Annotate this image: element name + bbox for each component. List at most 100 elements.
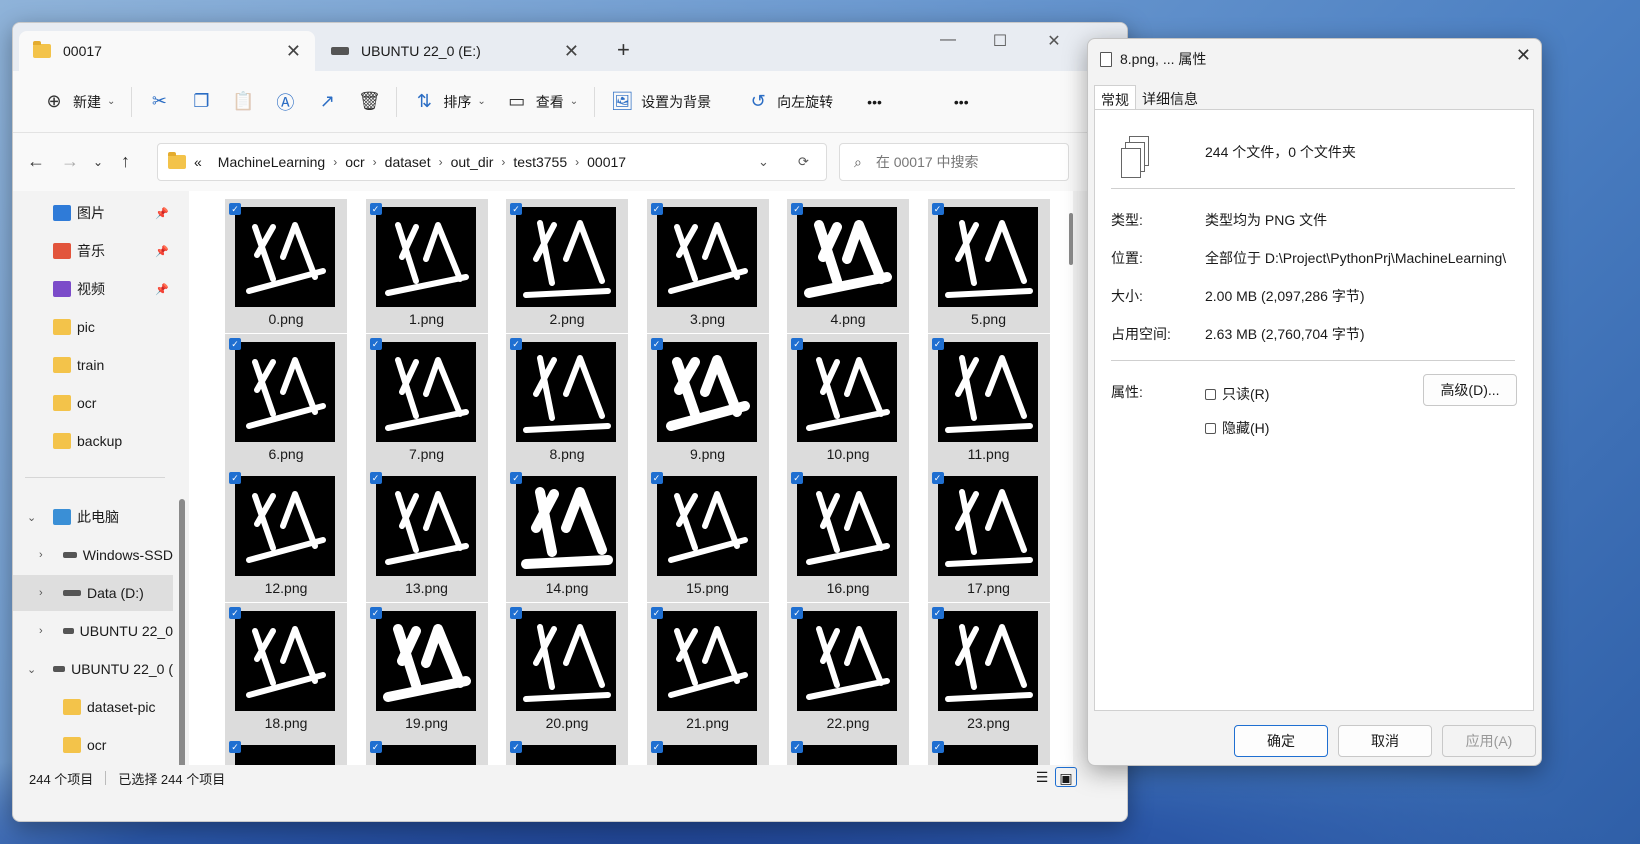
file-item[interactable]: ✓ 8.png bbox=[506, 333, 628, 468]
minimize-icon[interactable]: — bbox=[933, 31, 963, 49]
sidebar-item-13[interactable]: ocr bbox=[13, 727, 173, 763]
file-item[interactable]: ✓ bbox=[787, 737, 909, 765]
file-item[interactable]: ✓ bbox=[646, 737, 769, 765]
selection-checkbox[interactable]: ✓ bbox=[931, 203, 944, 215]
rotate-left-button[interactable]: ↺ 向左旋转 bbox=[737, 84, 843, 120]
breadcrumb-machinelearning[interactable]: MachineLearning bbox=[218, 154, 325, 170]
readonly-checkbox[interactable]: 只读(R) bbox=[1205, 384, 1269, 404]
selection-checkbox[interactable]: ✓ bbox=[510, 337, 522, 350]
delete-button[interactable]: 🗑 bbox=[348, 84, 390, 120]
chevron-right-icon[interactable]: › bbox=[39, 625, 43, 637]
selection-checkbox[interactable]: ✓ bbox=[650, 741, 663, 753]
close-tab-icon[interactable]: ✕ bbox=[564, 41, 579, 62]
file-item[interactable]: ✓ 17.png bbox=[927, 468, 1050, 602]
chevron-right-icon[interactable]: › bbox=[39, 549, 43, 561]
file-item[interactable]: ✓ 7.png bbox=[365, 333, 488, 468]
new-tab-icon[interactable]: + bbox=[617, 37, 630, 63]
sidebar-item-0[interactable]: 图片 📌 bbox=[13, 195, 173, 231]
selection-checkbox[interactable]: ✓ bbox=[650, 606, 663, 619]
file-item[interactable]: ✓ 9.png bbox=[646, 333, 769, 468]
selection-checkbox[interactable]: ✓ bbox=[791, 203, 803, 215]
sidebar-item-4[interactable]: train bbox=[13, 347, 173, 383]
file-item[interactable]: ✓ 15.png bbox=[646, 468, 769, 602]
sidebar-item-12[interactable]: dataset-pic bbox=[13, 689, 173, 725]
advanced-button[interactable]: 高级(D)... bbox=[1423, 374, 1517, 406]
overflow-crumb[interactable]: « bbox=[194, 154, 202, 170]
tab-general[interactable]: 常规 bbox=[1094, 85, 1136, 111]
file-item[interactable]: ✓ 13.png bbox=[365, 468, 488, 602]
tab-ubuntu[interactable]: UBUNTU 22_0 (E:) ✕ bbox=[317, 31, 593, 71]
sidebar-item-8[interactable]: › Windows-SSD bbox=[13, 537, 173, 573]
breadcrumb-00017[interactable]: 00017 bbox=[587, 154, 626, 170]
file-item[interactable]: ✓ 20.png bbox=[506, 602, 628, 737]
file-item[interactable]: ✓ 6.png bbox=[225, 333, 347, 468]
close-window-icon[interactable]: ✕ bbox=[1039, 31, 1069, 51]
selection-checkbox[interactable]: ✓ bbox=[791, 741, 803, 753]
selection-checkbox[interactable]: ✓ bbox=[650, 472, 663, 484]
file-item[interactable]: ✓ bbox=[365, 737, 488, 765]
forward-icon[interactable]: → bbox=[61, 151, 79, 172]
file-item[interactable]: ✓ 0.png bbox=[225, 199, 347, 333]
rename-button[interactable]: Ⓐ bbox=[264, 84, 306, 120]
file-item[interactable]: ✓ 16.png bbox=[787, 468, 909, 602]
file-item[interactable]: ✓ 22.png bbox=[787, 602, 909, 737]
file-item[interactable]: ✓ 23.png bbox=[927, 602, 1050, 737]
chevron-down-icon[interactable]: ⌄ bbox=[27, 663, 36, 676]
apply-button[interactable]: 应用(A) bbox=[1442, 725, 1536, 757]
file-item[interactable]: ✓ bbox=[506, 737, 628, 765]
selection-checkbox[interactable]: ✓ bbox=[791, 606, 803, 619]
new-button[interactable]: ⊕ 新建 ⌄ bbox=[33, 84, 125, 120]
selection-checkbox[interactable]: ✓ bbox=[931, 606, 944, 619]
copy-button[interactable]: ❐ bbox=[180, 84, 222, 120]
selection-checkbox[interactable]: ✓ bbox=[229, 606, 241, 619]
more-options-button[interactable]: ••• bbox=[857, 84, 892, 120]
file-item[interactable]: ✓ 18.png bbox=[225, 602, 347, 737]
selection-checkbox[interactable]: ✓ bbox=[510, 203, 522, 215]
selection-checkbox[interactable]: ✓ bbox=[791, 472, 803, 484]
file-item[interactable]: ✓ 12.png bbox=[225, 468, 347, 602]
file-item[interactable]: ✓ bbox=[225, 737, 347, 765]
selection-checkbox[interactable]: ✓ bbox=[931, 472, 944, 484]
selection-checkbox[interactable]: ✓ bbox=[510, 741, 522, 753]
selection-checkbox[interactable]: ✓ bbox=[229, 337, 241, 350]
large-icons-view-icon[interactable]: ▣ bbox=[1055, 767, 1077, 787]
recent-locations-icon[interactable]: ⌄ bbox=[93, 155, 103, 169]
breadcrumb-ocr[interactable]: ocr bbox=[345, 154, 364, 170]
sidebar-scrollbar[interactable] bbox=[179, 499, 185, 765]
selection-checkbox[interactable]: ✓ bbox=[791, 337, 803, 350]
sidebar-item-10[interactable]: › UBUNTU 22_0 bbox=[13, 613, 173, 649]
maximize-icon[interactable]: ☐ bbox=[985, 31, 1015, 51]
file-item[interactable]: ✓ 5.png bbox=[927, 199, 1050, 333]
search-box[interactable]: ⌕ 在 00017 中搜索 bbox=[839, 143, 1069, 181]
file-item[interactable]: ✓ 4.png bbox=[787, 199, 909, 333]
view-button[interactable]: ▭ 查看 ⌄ bbox=[496, 84, 588, 120]
file-item[interactable]: ✓ 19.png bbox=[365, 602, 488, 737]
refresh-icon[interactable]: ⟳ bbox=[798, 154, 809, 170]
sidebar-item-11[interactable]: ⌄ UBUNTU 22_0 ( bbox=[13, 651, 173, 687]
sidebar-item-9[interactable]: › Data (D:) bbox=[13, 575, 173, 611]
history-dropdown-icon[interactable]: ⌄ bbox=[758, 154, 769, 170]
set-background-button[interactable]: 🖼 设置为背景 bbox=[601, 84, 721, 120]
selection-checkbox[interactable]: ✓ bbox=[931, 337, 944, 350]
see-more-button[interactable]: ••• bbox=[944, 84, 979, 120]
file-item[interactable]: ✓ 11.png bbox=[927, 333, 1050, 468]
file-item[interactable]: ✓ 1.png bbox=[365, 199, 488, 333]
file-item[interactable]: ✓ 10.png bbox=[787, 333, 909, 468]
hidden-checkbox[interactable]: 隐藏(H) bbox=[1205, 418, 1269, 438]
up-icon[interactable]: ↑ bbox=[121, 151, 130, 172]
cancel-button[interactable]: 取消 bbox=[1338, 725, 1432, 757]
breadcrumb-test3755[interactable]: test3755 bbox=[513, 154, 567, 170]
content-scrollbar[interactable] bbox=[1069, 213, 1073, 265]
file-item[interactable]: ✓ bbox=[927, 737, 1050, 765]
file-item[interactable]: ✓ 3.png bbox=[646, 199, 769, 333]
chevron-right-icon[interactable]: › bbox=[39, 587, 43, 599]
sort-button[interactable]: ⇅ 排序 ⌄ bbox=[403, 84, 495, 120]
file-item[interactable]: ✓ 14.png bbox=[506, 468, 628, 602]
share-button[interactable]: ↗ bbox=[306, 84, 348, 120]
selection-checkbox[interactable]: ✓ bbox=[650, 203, 663, 215]
file-item[interactable]: ✓ 2.png bbox=[506, 199, 628, 333]
close-dialog-icon[interactable]: ✕ bbox=[1516, 45, 1531, 66]
sidebar-item-3[interactable]: pic bbox=[13, 309, 173, 345]
selection-checkbox[interactable]: ✓ bbox=[510, 472, 522, 484]
selection-checkbox[interactable]: ✓ bbox=[369, 606, 382, 619]
